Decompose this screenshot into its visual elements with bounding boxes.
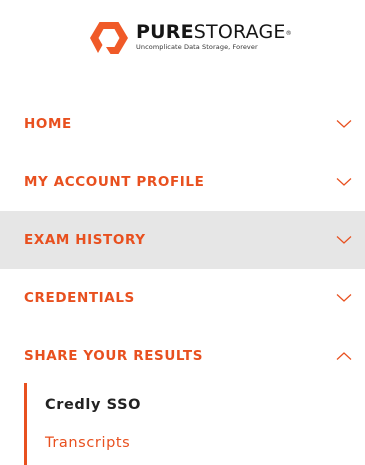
pure-storage-logo-mark-icon xyxy=(90,22,128,54)
logo-tagline: Uncomplicate Data Storage, Forever xyxy=(136,43,258,51)
nav-item-label: CREDENTIALS xyxy=(24,290,135,306)
chevron-down-icon[interactable] xyxy=(336,119,352,129)
nav-item-label: MY ACCOUNT PROFILE xyxy=(24,174,205,190)
chevron-down-icon[interactable] xyxy=(336,293,352,303)
nav-item-share-your-results[interactable]: SHARE YOUR RESULTS xyxy=(0,327,365,385)
registered-mark: ® xyxy=(285,30,292,37)
nav-item-home[interactable]: HOME xyxy=(0,95,365,153)
nav-item-label: HOME xyxy=(24,116,72,132)
pure-storage-logo[interactable]: PURESTORAGE® Uncomplicate Data Storage, … xyxy=(89,18,292,58)
share-results-submenu: Credly SSO Transcripts xyxy=(24,383,324,465)
chevron-down-icon[interactable] xyxy=(336,177,352,187)
submenu-item-transcripts[interactable]: Transcripts xyxy=(45,435,130,451)
nav-item-my-account-profile[interactable]: MY ACCOUNT PROFILE xyxy=(0,153,365,211)
nav-item-label: EXAM HISTORY xyxy=(24,232,146,248)
logo-word-storage: STORAGE xyxy=(193,21,286,43)
logo-word-pure: PURE xyxy=(136,21,194,43)
nav-item-label: SHARE YOUR RESULTS xyxy=(24,348,204,364)
logo-wordmark: PURESTORAGE® xyxy=(136,22,292,42)
nav-item-credentials[interactable]: CREDENTIALS xyxy=(0,269,365,327)
chevron-down-icon[interactable] xyxy=(336,235,352,245)
submenu-item-credly-sso[interactable]: Credly SSO xyxy=(45,397,141,413)
main-nav: HOME MY ACCOUNT PROFILE EXAM HISTORY CRE… xyxy=(0,95,365,385)
nav-item-exam-history[interactable]: EXAM HISTORY xyxy=(0,211,365,269)
chevron-up-icon[interactable] xyxy=(336,351,352,361)
